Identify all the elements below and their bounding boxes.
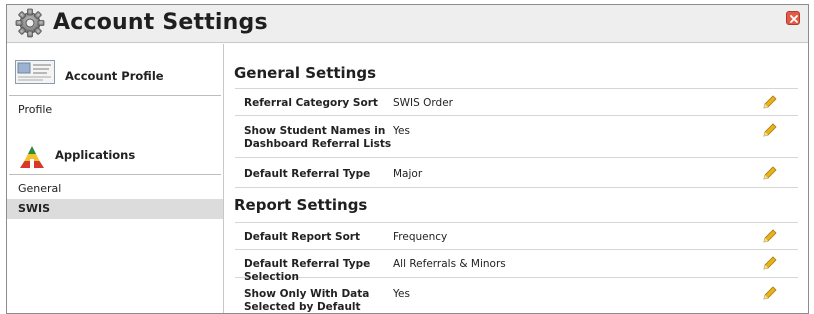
applications-triangle-icon bbox=[20, 146, 44, 168]
setting-label: Default Referral Type bbox=[244, 168, 371, 180]
applications-header-label: Applications bbox=[55, 148, 136, 162]
pencil-edit-icon[interactable] bbox=[762, 122, 778, 138]
gear-icon bbox=[15, 8, 45, 38]
report-settings-title: Report Settings bbox=[234, 196, 368, 214]
setting-row-default-referral-type: Default Referral Type Major bbox=[235, 158, 798, 188]
pencil-edit-icon[interactable] bbox=[762, 165, 778, 181]
general-settings-title: General Settings bbox=[234, 64, 377, 82]
setting-label: Default Report Sort bbox=[244, 231, 361, 243]
applications-section-header: Applications bbox=[9, 127, 221, 175]
setting-row-show-student-names: Show Student Names in Dashboard Referral… bbox=[235, 116, 798, 158]
setting-value: Yes bbox=[393, 125, 410, 137]
close-icon bbox=[790, 15, 798, 23]
setting-value: All Referrals & Minors bbox=[393, 258, 506, 270]
setting-label: Show Student Names in Dashboard Referral… bbox=[244, 125, 392, 150]
setting-value: Yes bbox=[393, 288, 410, 300]
pencil-edit-icon[interactable] bbox=[762, 285, 778, 301]
setting-value: SWIS Order bbox=[393, 97, 453, 109]
close-button[interactable] bbox=[786, 11, 800, 25]
sidebar: Account Profile Profile Applications Gen… bbox=[7, 44, 224, 313]
setting-value: Frequency bbox=[393, 231, 448, 243]
title-bar: Account Settings bbox=[7, 5, 808, 43]
pencil-edit-icon[interactable] bbox=[762, 255, 778, 271]
pencil-edit-icon[interactable] bbox=[762, 94, 778, 110]
account-settings-window: Account Settings Account Profile Profile bbox=[6, 4, 809, 314]
profile-card-icon bbox=[15, 60, 55, 84]
sidebar-item-swis[interactable]: SWIS bbox=[7, 199, 223, 219]
setting-row-show-only-with-data: Show Only With Data Selected by Default … bbox=[235, 278, 798, 313]
setting-row-default-referral-type-selection: Default Referral Type Selection All Refe… bbox=[235, 250, 798, 283]
account-profile-header-label: Account Profile bbox=[65, 69, 164, 83]
setting-value: Major bbox=[393, 168, 423, 180]
window-title: Account Settings bbox=[53, 10, 268, 35]
setting-row-referral-category-sort: Referral Category Sort SWIS Order bbox=[235, 88, 798, 116]
sidebar-item-general[interactable]: General bbox=[7, 179, 223, 199]
settings-content: General Settings Referral Category Sort … bbox=[225, 44, 808, 313]
setting-label: Show Only With Data Selected by Default bbox=[244, 288, 370, 313]
setting-label: Referral Category Sort bbox=[244, 97, 378, 109]
sidebar-item-profile[interactable]: Profile bbox=[7, 100, 223, 120]
setting-row-default-report-sort: Default Report Sort Frequency bbox=[235, 222, 798, 250]
pencil-edit-icon[interactable] bbox=[762, 228, 778, 244]
account-profile-section-header: Account Profile bbox=[9, 44, 221, 96]
